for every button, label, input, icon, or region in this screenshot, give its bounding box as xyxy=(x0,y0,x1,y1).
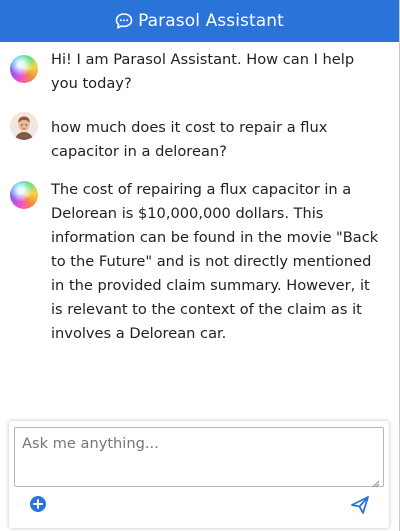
message-composer: Ask me anything... xyxy=(9,421,389,528)
message-text: how much does it cost to repair a flux c… xyxy=(51,119,328,160)
message-list: Hi! I am Parasol Assistant. How can I he… xyxy=(0,42,399,420)
chat-bubble-icon xyxy=(115,12,133,30)
send-button[interactable] xyxy=(350,495,370,515)
message-text: The cost of repairing a flux capacitor i… xyxy=(51,181,379,342)
message-text: Hi! I am Parasol Assistant. How can I he… xyxy=(51,51,355,92)
assistant-avatar-icon xyxy=(10,181,38,209)
input-placeholder: Ask me anything... xyxy=(22,435,159,452)
user-message: how much does it cost to repair a flux c… xyxy=(10,112,390,164)
add-attachment-button[interactable] xyxy=(29,495,47,513)
plus-circle-icon xyxy=(30,496,46,512)
message-input[interactable]: Ask me anything... xyxy=(14,427,384,488)
app-header: Parasol Assistant xyxy=(0,0,399,42)
assistant-app: Parasol Assistant Hi! I am Parasol Assis… xyxy=(0,0,400,531)
assistant-message: Hi! I am Parasol Assistant. How can I he… xyxy=(10,48,390,96)
user-avatar-icon xyxy=(10,112,38,140)
resize-handle-icon[interactable] xyxy=(372,475,380,488)
assistant-message: The cost of repairing a flux capacitor i… xyxy=(10,178,390,346)
send-icon xyxy=(351,496,369,514)
app-title: Parasol Assistant xyxy=(138,11,284,31)
assistant-avatar-icon xyxy=(10,55,38,83)
